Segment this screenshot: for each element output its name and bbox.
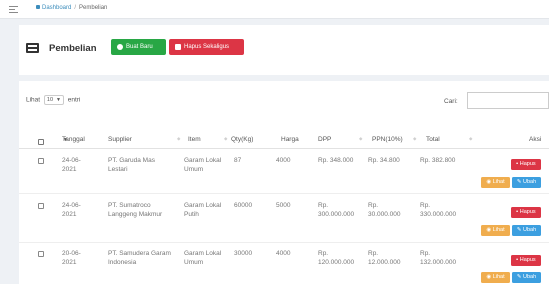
delete-button[interactable]: ▪ Hapus <box>511 207 541 218</box>
row-checkbox[interactable] <box>38 251 44 257</box>
select-all-checkbox[interactable] <box>38 139 44 145</box>
col-header-tanggal[interactable]: Tanggal ▼ <box>62 136 85 143</box>
entries-select[interactable]: 10 ▼ <box>43 95 64 105</box>
sort-icon: ◆ <box>413 136 417 141</box>
cell-dpp: Rp. 348.000 <box>318 157 354 164</box>
col-header-harga-label: Harga <box>281 136 299 143</box>
cell-harga: 5000 <box>276 202 291 209</box>
col-header-tanggal-label: Tanggal <box>62 136 85 143</box>
sort-icon: ◆ <box>224 136 228 141</box>
cell-item: Garam Lokal Umum <box>184 157 222 173</box>
edit-button[interactable]: ✎ Ubah <box>512 272 541 283</box>
cell-total: Rp. 132.000.000 <box>420 250 457 266</box>
col-header-qty-label: Qty(Kg) <box>231 136 254 143</box>
entries-select-value: 10 <box>46 97 54 103</box>
edit-button[interactable]: ✎ Ubah <box>512 225 541 236</box>
sort-icon: ◆ <box>469 136 473 141</box>
cell-harga: 4000 <box>276 157 291 164</box>
dashboard-icon <box>36 5 40 10</box>
cell-tanggal: 24-06- 2021 <box>62 202 81 218</box>
page-header-card: Pembelian Buat Baru Hapus Sekaligus <box>19 25 549 75</box>
col-header-supplier-label: Supplier <box>108 136 132 143</box>
entries-length-control: Lihat 10 ▼ entri <box>26 95 80 105</box>
edit-label: Ubah <box>522 179 537 185</box>
delete-label: Hapus <box>519 209 536 215</box>
plus-circle-icon <box>117 44 123 50</box>
cell-total: Rp. 382.800 <box>420 157 456 164</box>
sort-icon: ◆ <box>177 136 181 141</box>
search-label: Cari: <box>444 98 458 105</box>
breadcrumb-separator: / <box>74 5 77 11</box>
col-header-ppn-label: PPN(10%) <box>372 136 403 143</box>
trash-icon <box>175 44 181 50</box>
cell-total: Rp. 330.000.000 <box>420 202 457 218</box>
cell-dpp: Rp. 120.000.000 <box>318 250 355 266</box>
view-label: Lihat <box>492 179 505 185</box>
delete-button[interactable]: ▪ Hapus <box>511 255 541 266</box>
view-label: Lihat <box>492 227 505 233</box>
view-label: Lihat <box>492 274 505 280</box>
edit-button[interactable]: ✎ Ubah <box>512 177 541 188</box>
row-divider <box>19 242 549 243</box>
row-divider <box>19 193 549 194</box>
delete-button[interactable]: ▪ Hapus <box>511 159 541 170</box>
cell-item: Garam Lokal Umum <box>184 250 222 266</box>
cell-ppn: Rp. 34.800 <box>368 157 400 164</box>
credit-card-icon <box>26 43 39 53</box>
cell-supplier: PT. Sumatroco Langgeng Makmur <box>108 202 163 218</box>
cell-qty: 87 <box>234 157 242 164</box>
view-button[interactable]: ◉ Lihat <box>481 225 510 236</box>
cell-harga: 4000 <box>276 250 291 257</box>
delete-all-button[interactable]: Hapus Sekaligus <box>169 39 244 55</box>
page-title: Pembelian <box>49 43 97 54</box>
cell-ppn: Rp. 30.000.000 <box>368 202 401 218</box>
sort-icon: ◆ <box>359 136 363 141</box>
row-checkbox[interactable] <box>38 158 44 164</box>
cell-qty: 30000 <box>234 250 253 257</box>
view-button[interactable]: ◉ Lihat <box>481 177 510 188</box>
delete-all-label: Hapus Sekaligus <box>184 44 230 50</box>
entries-label: entri <box>67 96 81 104</box>
delete-label: Hapus <box>519 257 536 263</box>
cell-item: Garam Lokal Putih <box>184 202 222 218</box>
search-input[interactable] <box>467 92 549 109</box>
col-header-item-label: Item <box>188 136 201 143</box>
create-new-button[interactable]: Buat Baru <box>111 39 166 55</box>
cell-tanggal: 24-06- 2021 <box>62 157 81 173</box>
cell-supplier: PT. Garuda Mas Lestari <box>108 157 155 173</box>
row-checkbox[interactable] <box>38 203 44 209</box>
delete-label: Hapus <box>519 161 536 167</box>
view-button[interactable]: ◉ Lihat <box>481 272 510 283</box>
col-header-dpp-label: DPP <box>318 136 332 143</box>
edit-label: Ubah <box>522 227 537 233</box>
col-header-total-label: Total <box>426 136 440 143</box>
cell-ppn: Rp. 12.000.000 <box>368 250 401 266</box>
show-label: Lihat <box>26 96 41 104</box>
cell-qty: 60000 <box>234 202 253 209</box>
col-header-aksi-label: Aksi <box>529 136 542 143</box>
edit-label: Ubah <box>522 274 537 280</box>
cell-dpp: Rp. 300.000.000 <box>318 202 355 218</box>
create-new-label: Buat Baru <box>126 44 153 50</box>
cell-tanggal: 20-06- 2021 <box>62 250 81 266</box>
breadcrumb-current: Pembelian <box>79 5 108 11</box>
top-bar: Dashboard / Pembelian <box>0 0 549 19</box>
header-divider <box>19 148 549 149</box>
menu-toggle-icon[interactable] <box>9 6 18 13</box>
cell-supplier: PT. Samudera Garam Indonesia <box>108 250 171 266</box>
breadcrumb-home-link[interactable]: Dashboard <box>42 5 71 11</box>
breadcrumb: Dashboard / Pembelian <box>36 5 107 11</box>
chevron-down-icon: ▼ <box>55 97 61 103</box>
